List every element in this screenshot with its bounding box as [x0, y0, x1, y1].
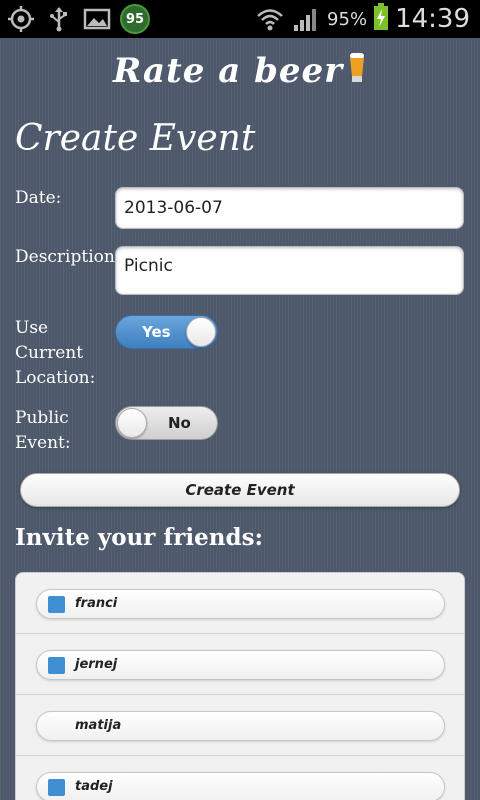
location-label: Use Current Location:: [15, 316, 95, 391]
location-toggle-label: Yes: [142, 323, 171, 341]
battery-icon: [373, 3, 389, 35]
checkbox[interactable]: [48, 657, 65, 674]
location-toggle[interactable]: Yes: [115, 315, 218, 349]
clock: 14:39: [395, 4, 470, 34]
wifi-icon: [255, 4, 285, 34]
public-label-line1: Public: [15, 408, 69, 428]
location-label-line2: Current: [15, 343, 84, 363]
toggle-knob: [117, 408, 147, 438]
date-field[interactable]: 2013-06-07: [115, 187, 464, 229]
location-label-line1: Use: [15, 318, 49, 338]
list-item: matija: [16, 695, 464, 756]
public-toggle-label: No: [168, 414, 191, 432]
toggle-knob: [186, 317, 216, 347]
public-label-line2: Event:: [15, 433, 71, 453]
beer-icon: [347, 50, 367, 93]
friend-checkbox-row[interactable]: matija: [36, 711, 445, 741]
usb-icon: [44, 4, 74, 34]
friend-checkbox-row[interactable]: jernej: [36, 650, 445, 680]
description-field[interactable]: Picnic: [115, 246, 464, 295]
battery-widget-icon: 95: [120, 4, 150, 34]
friend-name: franci: [75, 596, 118, 611]
gps-icon: [6, 4, 36, 34]
invite-friends-heading: Invite your friends:: [15, 524, 264, 551]
list-item: tadej: [16, 756, 464, 800]
friend-checkbox-row[interactable]: franci: [36, 589, 445, 619]
status-bar: 95 95% 14:39: [0, 0, 480, 38]
date-label: Date:: [15, 188, 62, 208]
create-event-button[interactable]: Create Event: [20, 473, 460, 507]
checkbox[interactable]: [48, 596, 65, 613]
friend-name: matija: [75, 718, 122, 733]
checkbox[interactable]: [48, 779, 65, 796]
friends-list: franci jernej matija tadej: [15, 572, 465, 800]
friend-name: jernej: [75, 657, 118, 672]
battery-percent: 95%: [327, 8, 368, 30]
public-label: Public Event:: [15, 406, 71, 456]
page-title: Create Event: [15, 118, 256, 159]
friend-checkbox-row[interactable]: tadej: [36, 772, 445, 800]
description-label: Description: [15, 247, 115, 267]
list-item: franci: [16, 573, 464, 634]
gallery-icon: [82, 4, 112, 34]
friend-name: tadej: [75, 779, 113, 794]
app-title: Rate a beer: [0, 50, 480, 93]
checkbox[interactable]: [48, 718, 65, 735]
app-title-text: Rate a beer: [112, 51, 344, 91]
signal-icon: [291, 4, 321, 34]
location-label-line3: Location:: [15, 368, 96, 388]
public-toggle[interactable]: No: [115, 406, 218, 440]
list-item: jernej: [16, 634, 464, 695]
